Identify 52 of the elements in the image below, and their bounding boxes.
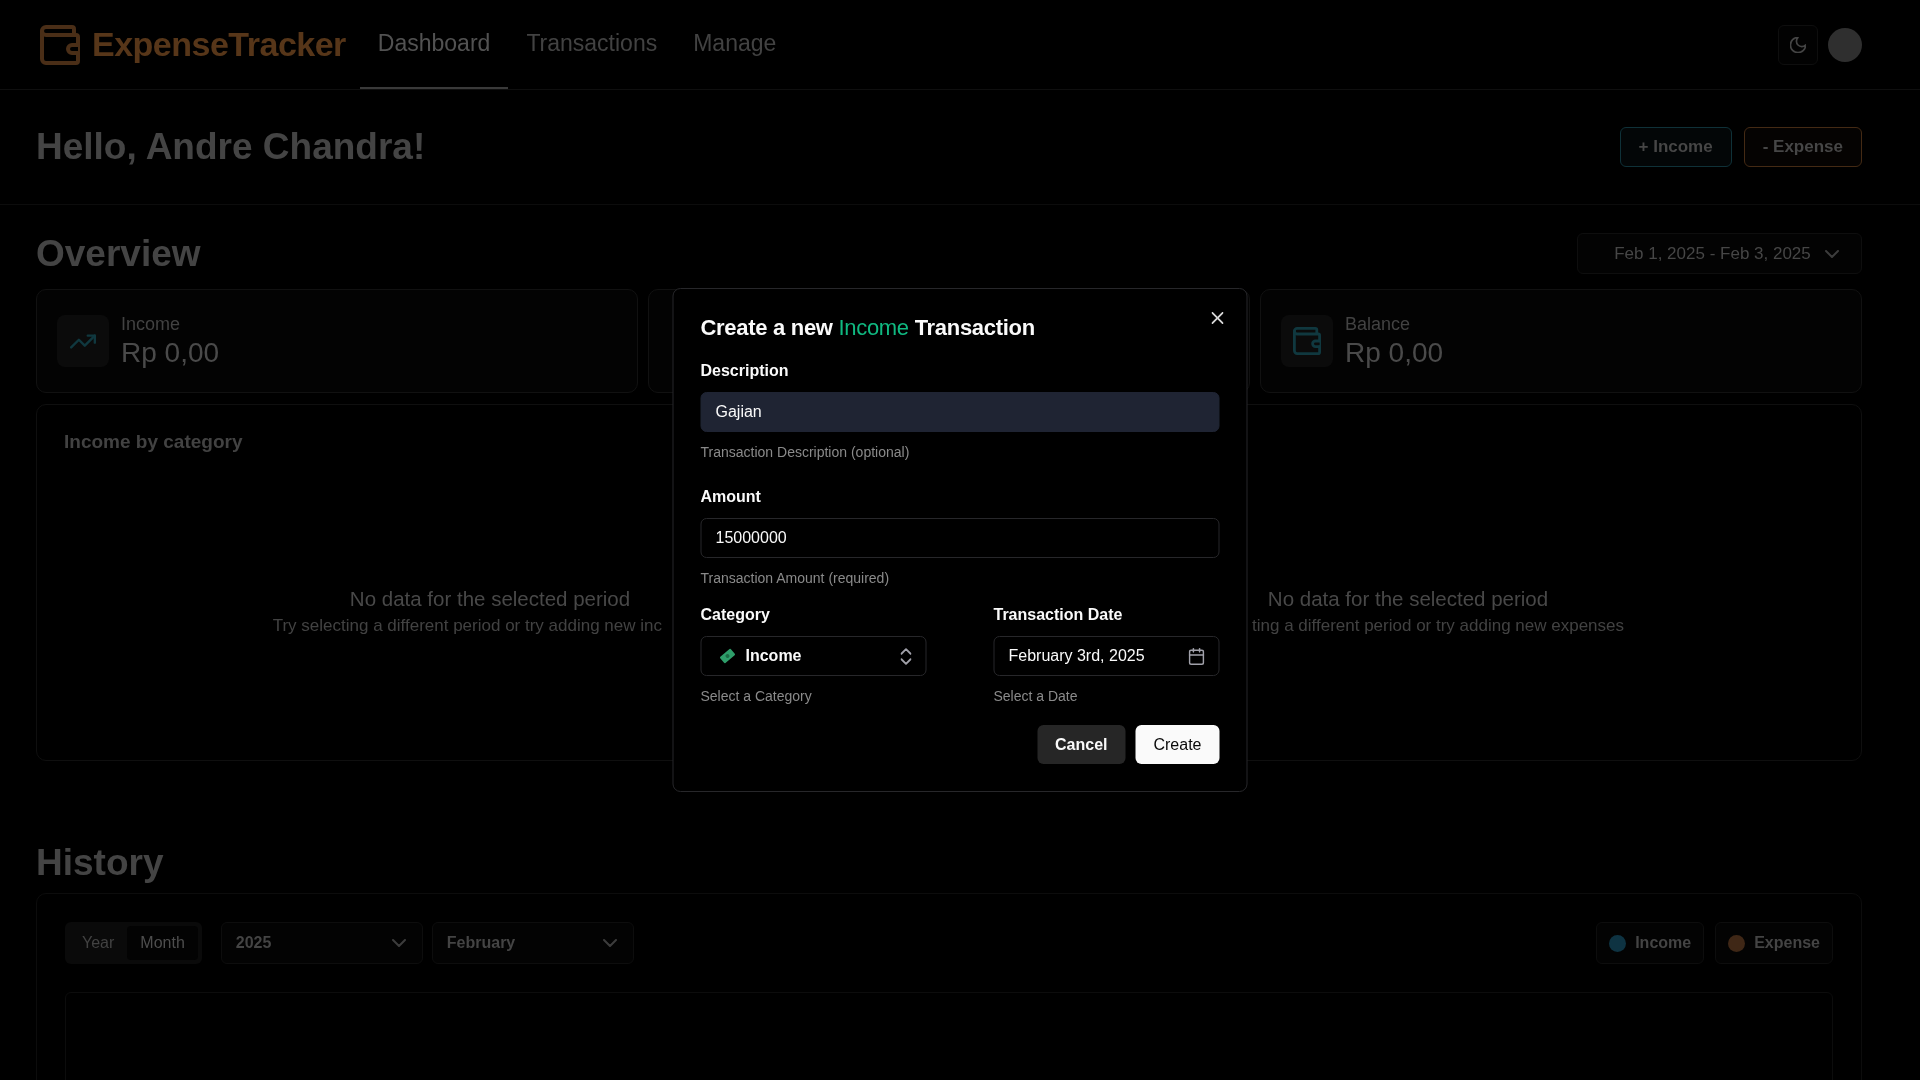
field-label: Amount	[700, 488, 761, 506]
text-field[interactable]: Gajian	[700, 392, 1220, 432]
empty-state-title: No data for the selected period	[349, 587, 631, 611]
close-icon[interactable]	[1211, 312, 1224, 324]
empty-state-hint: Try selecting a different period or try adding new inc	[272, 616, 662, 636]
field-hint: Select a Date	[993, 687, 1078, 705]
period-tab[interactable]: Year	[69, 926, 128, 960]
add-income-button[interactable]: + Income	[1619, 127, 1732, 167]
chevron-down-icon	[1824, 249, 1839, 258]
moon-icon	[1790, 36, 1806, 53]
stat-label: Income	[121, 313, 182, 335]
calendar-icon	[1188, 647, 1205, 665]
nav-tab[interactable]: Transactions	[508, 0, 676, 89]
field-hint: Transaction Amount (required)	[700, 569, 890, 587]
stat-label: Balance	[1345, 313, 1412, 335]
wallet-logo-icon	[40, 24, 80, 65]
add-expense-button[interactable]: - Expense	[1743, 127, 1862, 167]
text-field[interactable]: 15000000	[700, 518, 1220, 558]
field-hint: Transaction Description (optional)	[700, 443, 910, 461]
year-select[interactable]: 2025	[220, 922, 423, 964]
wallet-icon	[1281, 315, 1333, 367]
period-tab[interactable]: Month	[127, 926, 198, 960]
nav-tab[interactable]: Dashboard	[359, 0, 509, 89]
legend-toggle[interactable]: Income	[1596, 922, 1705, 964]
create-button[interactable]: Create	[1135, 725, 1220, 764]
legend-toggle[interactable]: Expense	[1715, 922, 1833, 964]
user-avatar[interactable]	[1828, 27, 1862, 62]
date-picker[interactable]: February 3rd, 2025	[993, 636, 1220, 676]
theme-toggle-button[interactable]	[1778, 24, 1818, 65]
month-select[interactable]: February	[431, 922, 634, 964]
empty-state-title: No data for the selected period	[1267, 587, 1549, 611]
field-label: Transaction Date	[993, 606, 1123, 624]
date-range-picker[interactable]: Feb 1, 2025 - Feb 3, 2025	[1577, 233, 1862, 274]
stat-value: Rp 0,00	[121, 336, 220, 369]
trending-up-icon	[57, 315, 109, 367]
chevron-down-icon	[391, 939, 406, 947]
field-hint: Select a Category	[700, 687, 812, 705]
nav-tab[interactable]: Manage	[675, 0, 795, 89]
field-label: Category	[700, 606, 770, 624]
chart-title: Income by category	[64, 431, 243, 453]
chevron-down-icon	[602, 939, 617, 947]
stat-value: Rp 0,00	[1345, 336, 1444, 369]
field-label: Description	[700, 362, 789, 380]
app-name: ExpenseTracker	[92, 25, 346, 64]
greeting-heading: Hello, Andre Chandra!	[36, 126, 426, 168]
dialog-title: Create a new Income Transaction	[700, 316, 1036, 340]
section-heading: History	[36, 842, 164, 884]
section-heading: Overview	[36, 232, 201, 275]
cancel-button[interactable]: Cancel	[1037, 725, 1126, 764]
empty-state-hint: ting a different period or try adding new expenses	[1252, 616, 1625, 636]
category-select[interactable]: Income	[700, 636, 927, 676]
chevrons-up-down-icon	[900, 647, 912, 665]
